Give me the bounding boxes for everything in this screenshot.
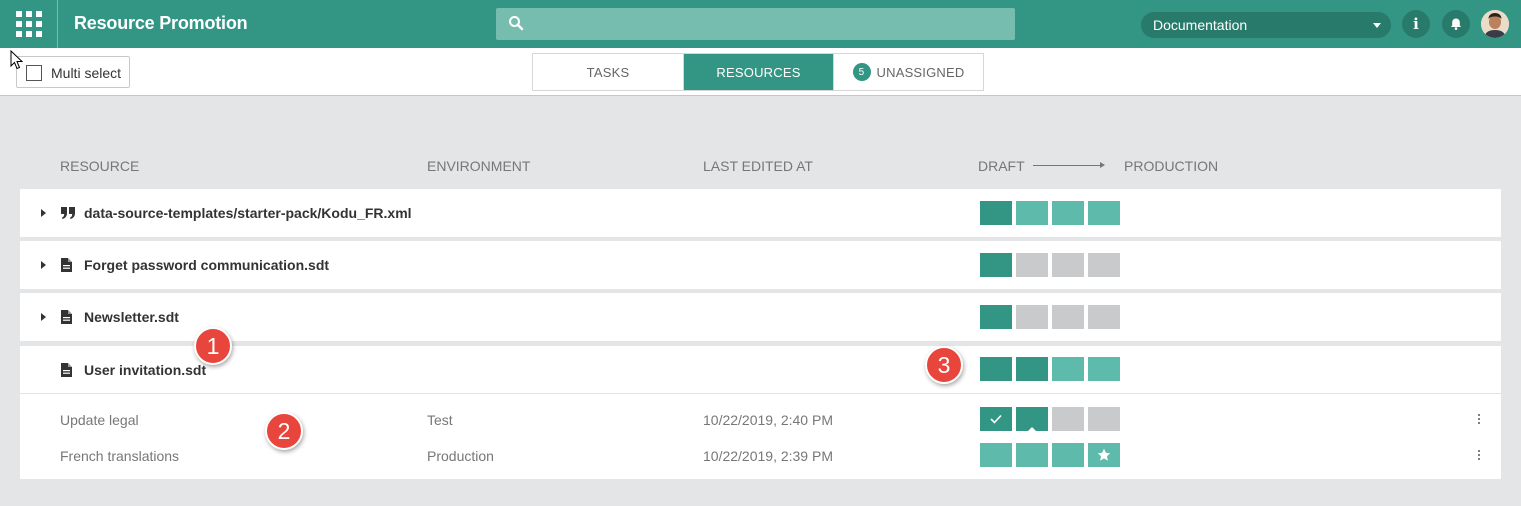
promotion-stages	[980, 357, 1124, 381]
document-icon	[61, 363, 72, 382]
task-name: Update legal	[60, 412, 139, 428]
stage-draft[interactable]	[980, 305, 1012, 329]
resource-name: Newsletter.sdt	[84, 309, 179, 325]
tab-resources-label: RESOURCES	[716, 64, 801, 80]
multi-select-label: Multi select	[51, 65, 122, 81]
tab-tasks[interactable]: TASKS	[533, 54, 683, 90]
callout-badge: 3	[925, 346, 963, 384]
stage-production[interactable]	[1088, 407, 1120, 431]
stage-2-selected[interactable]	[1016, 407, 1048, 433]
stage-2[interactable]	[1016, 305, 1048, 329]
stage-draft[interactable]	[980, 253, 1012, 277]
expand-caret-icon[interactable]	[41, 209, 46, 217]
stage-draft[interactable]	[980, 201, 1012, 225]
stage-3[interactable]	[1052, 201, 1084, 225]
task-environment: Test	[427, 412, 453, 428]
resource-name: data-source-templates/starter-pack/Kodu_…	[84, 205, 412, 221]
column-header-resource: RESOURCE	[60, 158, 140, 174]
task-stages	[980, 407, 1124, 433]
mouse-cursor-icon	[10, 50, 23, 70]
stage-2[interactable]	[1016, 357, 1048, 381]
quote-icon	[61, 206, 75, 224]
promotion-stages	[980, 305, 1124, 329]
column-header-last-edited: LAST EDITED AT	[703, 158, 813, 174]
tab-tasks-label: TASKS	[586, 64, 630, 80]
task-edited-at: 10/22/2019, 2:39 PM	[703, 448, 833, 464]
toolbar: Multi select TASKS RESOURCES 5 UNASSIGNE…	[0, 48, 1521, 96]
bell-icon	[1451, 18, 1461, 30]
column-header-draft: DRAFT	[978, 158, 1025, 174]
app-launcher-button[interactable]	[0, 0, 58, 48]
task-stages	[980, 443, 1124, 467]
unassigned-count-badge: 5	[852, 63, 871, 81]
stage-draft[interactable]	[980, 443, 1012, 467]
stage-2[interactable]	[1016, 201, 1048, 225]
document-icon	[61, 258, 72, 277]
stage-3[interactable]	[1052, 407, 1084, 431]
environment-select-value: Documentation	[1153, 17, 1248, 33]
more-options-icon[interactable]	[1478, 414, 1481, 426]
more-options-icon[interactable]	[1478, 450, 1481, 462]
multi-select-checkbox[interactable]	[26, 65, 42, 81]
app-title: Resource Promotion	[74, 13, 248, 33]
promotion-stages	[980, 253, 1124, 277]
stage-3[interactable]	[1052, 305, 1084, 329]
stage-3[interactable]	[1052, 253, 1084, 277]
multi-select-toggle[interactable]: Multi select	[16, 56, 130, 88]
divider	[20, 393, 1501, 394]
document-icon	[61, 310, 72, 329]
environment-select[interactable]: Documentation	[1141, 12, 1391, 38]
expand-caret-icon[interactable]	[41, 313, 46, 321]
callout-badge: 2	[265, 412, 303, 450]
task-edited-at: 10/22/2019, 2:40 PM	[703, 412, 833, 428]
info-icon: i	[1413, 15, 1419, 33]
column-header-production: PRODUCTION	[1124, 158, 1219, 174]
arrow-right-icon	[1033, 162, 1105, 168]
stage-3[interactable]	[1052, 357, 1084, 381]
task-environment: Production	[427, 448, 494, 464]
callout-badge: 1	[194, 327, 232, 365]
chevron-up-icon	[1026, 427, 1038, 433]
view-tabs: TASKS RESOURCES 5 UNASSIGNED	[532, 53, 984, 91]
stage-draft[interactable]	[980, 407, 1012, 431]
resource-row[interactable]: data-source-templates/starter-pack/Kodu_…	[20, 189, 1501, 237]
stage-production[interactable]	[1088, 357, 1120, 381]
chevron-down-icon	[1373, 23, 1381, 28]
stage-draft[interactable]	[980, 357, 1012, 381]
stage-production[interactable]	[1088, 253, 1120, 277]
stage-3[interactable]	[1052, 443, 1084, 467]
promotion-stages	[980, 201, 1124, 225]
resource-name: Forget password communication.sdt	[84, 257, 330, 273]
tab-unassigned[interactable]: 5 UNASSIGNED	[833, 54, 983, 90]
resource-row[interactable]: Forget password communication.sdt	[20, 241, 1501, 289]
notifications-button[interactable]	[1442, 10, 1470, 38]
resource-row[interactable]: Newsletter.sdt	[20, 293, 1501, 341]
stage-2[interactable]	[1016, 443, 1048, 467]
check-icon	[990, 414, 1002, 424]
task-name: French translations	[60, 448, 180, 464]
grid-icon	[15, 11, 42, 37]
tab-unassigned-label: UNASSIGNED	[876, 64, 965, 80]
top-bar: Resource Promotion Documentation i	[0, 0, 1521, 48]
stage-2[interactable]	[1016, 253, 1048, 277]
resource-name: User invitation.sdt	[84, 362, 207, 378]
stage-production[interactable]	[1088, 201, 1120, 225]
column-header-environment: ENVIRONMENT	[427, 158, 531, 174]
expand-caret-icon[interactable]	[41, 261, 46, 269]
search-icon	[508, 15, 524, 36]
user-avatar[interactable]	[1481, 10, 1509, 38]
star-icon	[1097, 448, 1111, 461]
resource-row-expanded: User invitation.sdt Update legal Test 10…	[20, 346, 1501, 479]
tab-resources[interactable]: RESOURCES	[683, 54, 833, 90]
search-input[interactable]	[496, 8, 1015, 40]
stage-production[interactable]	[1088, 443, 1120, 467]
stage-production[interactable]	[1088, 305, 1120, 329]
info-button[interactable]: i	[1402, 10, 1430, 38]
